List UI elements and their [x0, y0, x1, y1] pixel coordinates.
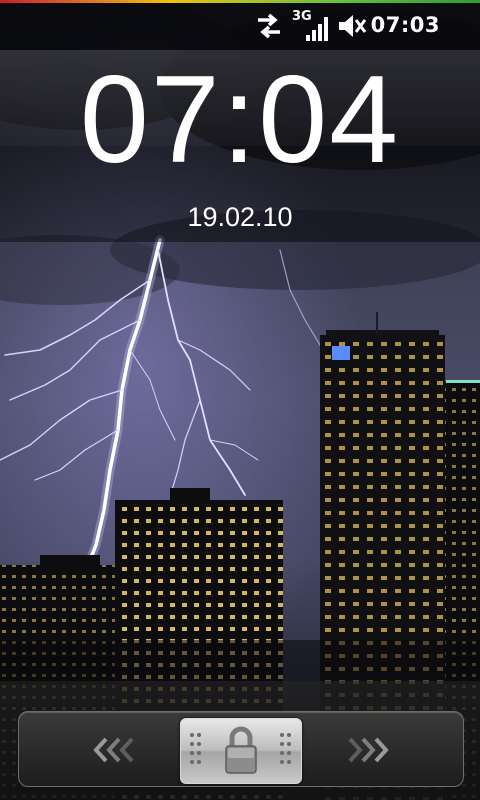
- status-accent-strip: [0, 0, 480, 3]
- lockscreen-clock: 07:04: [79, 51, 401, 189]
- status-time: 07:03: [370, 13, 440, 37]
- chevron-left-icon: [93, 737, 134, 763]
- chevron-right-icon: [348, 737, 389, 763]
- data-transfer-icon: [258, 13, 280, 39]
- padlock-icon: [225, 726, 257, 774]
- signal-3g-icon: 3G: [292, 9, 330, 42]
- status-bar: 3G 07:03: [0, 0, 480, 50]
- vibrate-silent-icon: [339, 15, 367, 37]
- lockscreen-date: 19.02.10: [187, 202, 293, 232]
- grip-right-icon: [280, 733, 291, 764]
- grip-left-icon: [190, 733, 201, 764]
- unlock-slider-handle[interactable]: [180, 718, 302, 784]
